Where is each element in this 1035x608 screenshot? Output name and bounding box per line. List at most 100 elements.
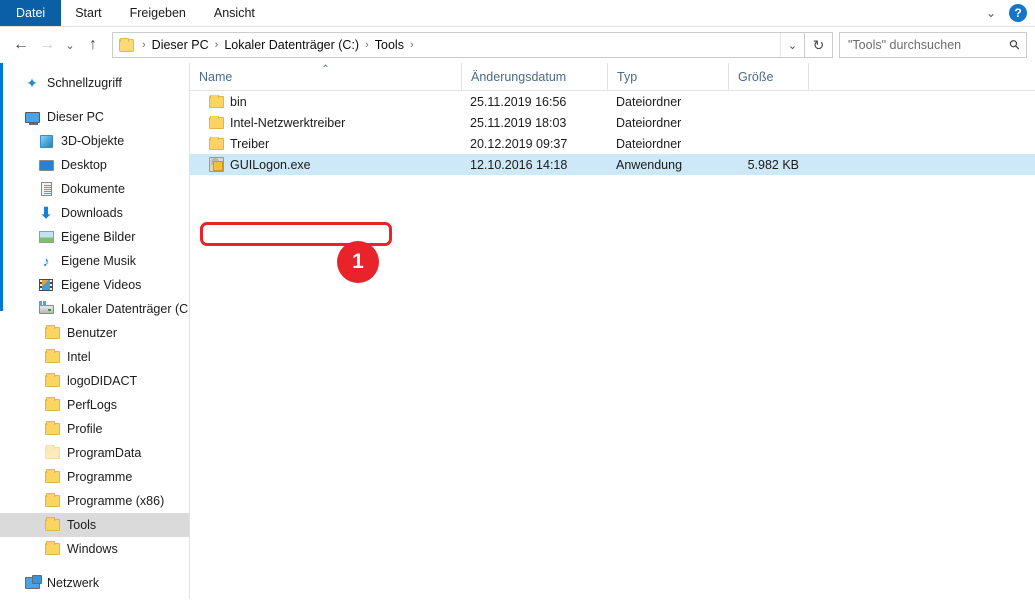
search-input[interactable] <box>848 38 1011 52</box>
breadcrumb-separator: › <box>365 39 369 51</box>
file-type-cell: Anwendung <box>616 157 683 172</box>
3d-objects-icon <box>38 133 54 149</box>
address-dropdown-icon[interactable]: ⌄ <box>780 33 804 57</box>
sidebar-item-label: Tools <box>67 518 97 532</box>
sidebar-list: ✦ Schnellzugriff Dieser PC 3D-Objekte Deskto… <box>0 71 189 595</box>
table-row[interactable]: Treiber 20.12.2019 09:37 Dateiordner <box>190 133 1035 154</box>
address-bar[interactable]: › Dieser PC › Lokaler Datenträger (C:) ›… <box>112 32 805 58</box>
column-header-date[interactable]: Änderungsdatum <box>461 63 607 90</box>
tab-datei[interactable]: Datei <box>0 0 62 26</box>
sidebar-item-label: Eigene Bilder <box>61 230 136 244</box>
table-row[interactable]: GUILogon.exe 12.10.2016 14:18 Anwendung 5.9… <box>190 154 1035 175</box>
sidebar-item-programme[interactable]: Programme <box>0 465 189 489</box>
annotation-step-badge: 1 <box>337 241 379 283</box>
sidebar-item-schnellzugriff[interactable]: ✦ Schnellzugriff <box>0 71 189 95</box>
sidebar-item-desktop[interactable]: Desktop <box>0 153 189 177</box>
search-box[interactable]: ⚲ <box>839 32 1027 58</box>
sidebar-item-label: Profile <box>67 422 103 436</box>
sidebar-item-dokumente[interactable]: Dokumente <box>0 177 189 201</box>
column-header-row: ⌃ Name Änderungsdatum Typ Größe <box>190 63 1035 91</box>
back-icon[interactable]: ← <box>8 31 34 59</box>
sidebar-item-label: Netzwerk <box>47 576 100 590</box>
file-date-cell: 25.11.2019 16:56 <box>470 94 567 109</box>
navigation-bar: ← → ⌄ ↑ › Dieser PC › Lokaler Datenträge… <box>0 27 1035 63</box>
sidebar-item-downloads[interactable]: ⬇ Downloads <box>0 201 189 225</box>
music-icon: ♪ <box>42 253 50 269</box>
sidebar-item-label: 3D-Objekte <box>61 134 125 148</box>
column-header-type[interactable]: Typ <box>607 63 728 90</box>
sidebar-item-intel[interactable]: Intel <box>0 345 189 369</box>
file-name-label: bin <box>230 94 247 109</box>
sidebar-item-eigene-videos[interactable]: Eigene Videos <box>0 273 189 297</box>
sidebar-item-programme-x86[interactable]: Programme (x86) <box>0 489 189 513</box>
sort-ascending-icon: ⌃ <box>321 64 330 75</box>
column-header-name[interactable]: ⌃ Name <box>190 63 461 90</box>
tab-ansicht[interactable]: Ansicht <box>200 0 269 26</box>
sidebar-item-windows[interactable]: Windows <box>0 537 189 561</box>
ribbon-right-controls: ⌄ ? <box>983 0 1035 26</box>
folder-icon <box>44 397 60 413</box>
sidebar-item-label: Eigene Musik <box>61 254 137 268</box>
sidebar-item-tools[interactable]: Tools <box>0 513 189 537</box>
folder-icon <box>119 38 134 52</box>
sidebar-item-label: Desktop <box>61 158 107 172</box>
file-name-cell: bin <box>190 94 461 109</box>
folder-icon <box>44 469 60 485</box>
folder-icon <box>44 517 60 533</box>
chevron-down-icon[interactable]: ⌄ <box>983 7 999 19</box>
documents-icon <box>38 181 54 197</box>
sidebar-item-3d-objekte[interactable]: 3D-Objekte <box>0 129 189 153</box>
up-icon[interactable]: ↑ <box>80 31 106 59</box>
sidebar-item-label: Windows <box>67 542 118 556</box>
column-header-size[interactable]: Größe <box>728 63 808 90</box>
sidebar-group-spacer <box>0 95 189 105</box>
sidebar-item-label: Dieser PC <box>47 110 104 124</box>
sidebar-item-label: PerfLogs <box>67 398 118 412</box>
sidebar-item-profile[interactable]: Profile <box>0 417 189 441</box>
sidebar-item-label: Programme <box>67 470 133 484</box>
drive-icon <box>38 300 54 317</box>
breadcrumb-item-tools[interactable]: Tools <box>375 38 404 52</box>
file-date-cell: 25.11.2019 18:03 <box>470 115 567 130</box>
folder-icon <box>44 493 60 509</box>
sidebar-item-label: Dokumente <box>61 182 125 196</box>
sidebar-item-eigene-bilder[interactable]: Eigene Bilder <box>0 225 189 249</box>
sidebar-item-benutzer[interactable]: Benutzer <box>0 321 189 345</box>
sidebar-item-label: Intel <box>67 350 91 364</box>
column-header-date-label: Änderungsdatum <box>471 70 567 84</box>
sidebar-item-logodidact[interactable]: logoDIDACT <box>0 369 189 393</box>
recent-locations-icon[interactable]: ⌄ <box>60 31 80 59</box>
folder-icon <box>209 115 224 129</box>
sidebar-item-dieser-pc[interactable]: Dieser PC <box>0 105 189 129</box>
refresh-icon[interactable]: ↻ <box>805 32 833 58</box>
breadcrumb-item-dieser-pc[interactable]: Dieser PC <box>152 38 209 52</box>
sidebar-item-label: Lokaler Datenträger (C:) <box>61 302 190 316</box>
videos-icon <box>38 277 54 293</box>
sidebar-item-programdata[interactable]: ProgramData <box>0 441 189 465</box>
sidebar-item-eigene-musik[interactable]: ♪ Eigene Musik <box>0 249 189 273</box>
navigation-pane-scrollbar[interactable] <box>0 63 3 311</box>
help-icon[interactable]: ? <box>1009 4 1027 22</box>
column-header-name-label: Name <box>199 70 233 84</box>
forward-icon[interactable]: → <box>34 31 60 59</box>
sidebar-item-netzwerk[interactable]: Netzwerk <box>0 571 189 595</box>
table-row[interactable]: bin 25.11.2019 16:56 Dateiordner <box>190 91 1035 112</box>
sidebar-item-perflogs[interactable]: PerfLogs <box>0 393 189 417</box>
tab-freigeben[interactable]: Freigeben <box>116 0 200 26</box>
sidebar-item-lokaler-datentr-ger-c[interactable]: Lokaler Datenträger (C:) <box>0 297 189 321</box>
ribbon-tab-strip: Datei Start Freigeben Ansicht ⌄ ? <box>0 0 1035 26</box>
file-rows: bin 25.11.2019 16:56 Dateiordner Intel-Netz… <box>190 91 1035 175</box>
breadcrumb-item-lokaler-datentraeger[interactable]: Lokaler Datenträger (C:) <box>224 38 359 52</box>
pictures-icon <box>38 229 54 245</box>
file-name-label: Treiber <box>230 136 270 151</box>
folder-icon-hidden <box>44 445 60 461</box>
column-header-type-label: Typ <box>617 70 638 84</box>
tab-freigeben-label: Freigeben <box>129 6 186 20</box>
table-row[interactable]: Intel-Netzwerktreiber 25.11.2019 18:03 Dat… <box>190 112 1035 133</box>
main-area: ✦ Schnellzugriff Dieser PC 3D-Objekte Deskto… <box>0 63 1035 599</box>
file-date-cell: 20.12.2019 09:37 <box>470 136 568 151</box>
tab-start[interactable]: Start <box>61 0 115 26</box>
tab-ansicht-label: Ansicht <box>213 6 255 20</box>
folder-icon <box>44 349 60 365</box>
folder-icon <box>44 325 60 341</box>
